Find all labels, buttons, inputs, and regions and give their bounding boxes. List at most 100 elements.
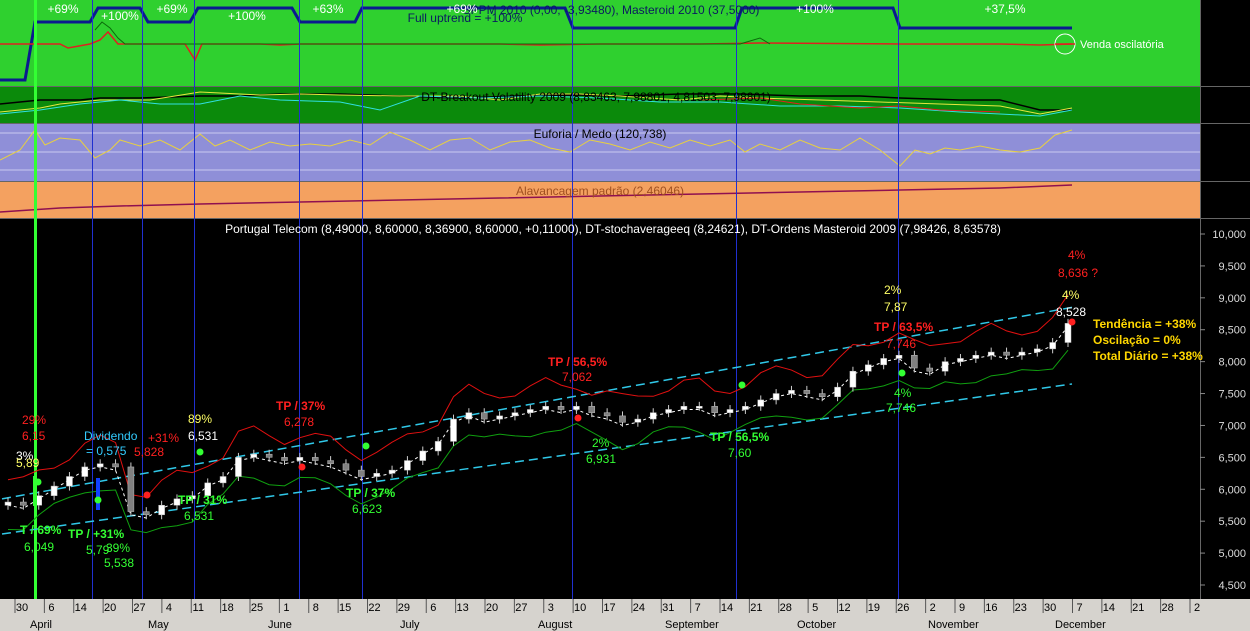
order-marker-icon [143, 491, 151, 499]
sppm-segment-label: +69% [446, 2, 477, 16]
scale-factor-label: x100 [1201, 75, 1219, 84]
y-tick-label: 9,500 [1218, 261, 1246, 273]
candle-body [235, 457, 242, 477]
breakout-title: DT-Breakout Volatility 2009 (8,83463, 7,… [421, 90, 771, 104]
chart-annotation: 6,931 [586, 452, 616, 466]
x-day-label: 17 [603, 602, 615, 614]
chart-annotation: Dividendo [84, 429, 138, 443]
candle-body [1034, 348, 1041, 353]
candle-body [250, 453, 258, 458]
sppm-segment-label: +63% [312, 2, 343, 16]
candle-body [911, 355, 918, 369]
candle-body [219, 476, 227, 484]
chart-annotation: 5,538 [104, 556, 134, 570]
x-day-label: 6 [430, 602, 436, 614]
sppm-segment-label: +69% [156, 2, 187, 16]
x-month-label: May [148, 619, 169, 631]
candle-body [327, 460, 334, 464]
panel-scale-label: 50,0 [1225, 19, 1246, 31]
candle-body [557, 406, 565, 410]
chart-annotation: 29% [22, 413, 46, 427]
x-day-label: 2 [1194, 602, 1200, 614]
y-tick-label: 8,000 [1218, 357, 1246, 369]
x-day-label: 13 [457, 602, 469, 614]
x-day-label: 26 [897, 602, 909, 614]
x-month-label: December [1055, 619, 1106, 631]
main-panel-bg [0, 219, 1200, 599]
chart-annotation: 7,60 [728, 446, 752, 460]
x-day-label: 28 [1162, 602, 1174, 614]
x-day-label: 24 [633, 602, 645, 614]
x-day-label: 21 [1132, 602, 1144, 614]
candle-body [112, 463, 119, 468]
sppm-segment-label: +100% [796, 2, 834, 16]
panel-scale-label: 0,0 [1231, 39, 1246, 51]
sppm-segment-label: +100% [101, 9, 139, 23]
order-marker-icon [898, 369, 906, 377]
candle-body [926, 367, 933, 372]
candle-body [1018, 351, 1026, 356]
x-month-label: November [928, 619, 979, 631]
candle-body [772, 393, 780, 401]
candle-body [696, 406, 703, 409]
candle-body [987, 351, 995, 356]
alavancagem-title: Alavancagem padrão (2,46046) [516, 184, 684, 198]
candle-body [941, 361, 949, 372]
euforia-title: Euforia / Medo (120,738) [534, 127, 667, 141]
chart-annotation: TP / +31% [68, 527, 124, 541]
candle-body [849, 370, 857, 388]
candle-body [419, 450, 427, 461]
candle-body [404, 460, 411, 471]
panel-scale-label: 1,0000 [1212, 202, 1246, 214]
x-day-label: 14 [1103, 602, 1115, 614]
candle-body [465, 412, 473, 420]
chart-annotation: 2% [884, 283, 902, 297]
candle-body [81, 466, 89, 477]
candle-body [742, 406, 749, 410]
scale-factor-label: x100 [1201, 170, 1219, 179]
chart-annotation: 6,531 [184, 509, 214, 523]
x-day-label: 4 [166, 602, 172, 614]
main-title: Portugal Telecom (8,49000, 8,60000, 8,36… [225, 222, 1001, 236]
scale-factor-label: x10 [1201, 112, 1214, 121]
candle-body [450, 418, 457, 442]
candle-body [527, 409, 534, 413]
x-month-label: June [268, 619, 292, 631]
chart-annotation: 5,89 [16, 456, 40, 470]
candle-body [818, 393, 826, 397]
x-day-label: 19 [868, 602, 880, 614]
chart-annotation: 89% [188, 412, 212, 426]
order-marker-icon [574, 414, 582, 422]
x-day-label: 7 [1076, 602, 1082, 614]
candle-body [50, 485, 58, 496]
chart-annotation: TP / 56,5% [548, 355, 607, 369]
x-day-label: 20 [486, 602, 498, 614]
x-day-label: 6 [48, 602, 54, 614]
candle-body [388, 469, 396, 474]
x-day-label: 25 [251, 602, 263, 614]
x-day-label: 29 [398, 602, 410, 614]
candle-body [972, 355, 980, 359]
chart-annotation: 4% [1068, 248, 1086, 262]
candle-body [158, 504, 165, 516]
y-tick-label: 8,500 [1218, 325, 1246, 337]
order-marker-icon [298, 463, 306, 471]
scale-factor-label: x100 [1201, 583, 1219, 592]
x-day-label: 21 [750, 602, 762, 614]
chart-stage: 10,000 9,500 9,000 8,500 8,000 7,500 7,000 6,50… [0, 0, 1250, 631]
chart-annotation: TP / 63,5% [874, 320, 933, 334]
candle-body [649, 412, 657, 420]
chart-svg: 10,000 9,500 9,000 8,500 8,000 7,500 7,000 6,50… [0, 0, 1250, 631]
chart-annotation: 6,278 [284, 415, 314, 429]
order-marker-icon [1068, 318, 1076, 326]
panel-scale-label: 100,0 [1218, 127, 1246, 139]
candle-body [895, 355, 903, 359]
x-day-label: 18 [222, 602, 234, 614]
candle-body [96, 463, 104, 468]
panel-scale-label: 100,0 [1218, 3, 1246, 15]
candle-body [373, 473, 380, 477]
y-tick-label: 7,500 [1218, 389, 1246, 401]
x-month-label: August [538, 619, 572, 631]
sppm-segment-label: +69% [47, 2, 78, 16]
panel-scale-label: 10,000 [1212, 102, 1246, 114]
